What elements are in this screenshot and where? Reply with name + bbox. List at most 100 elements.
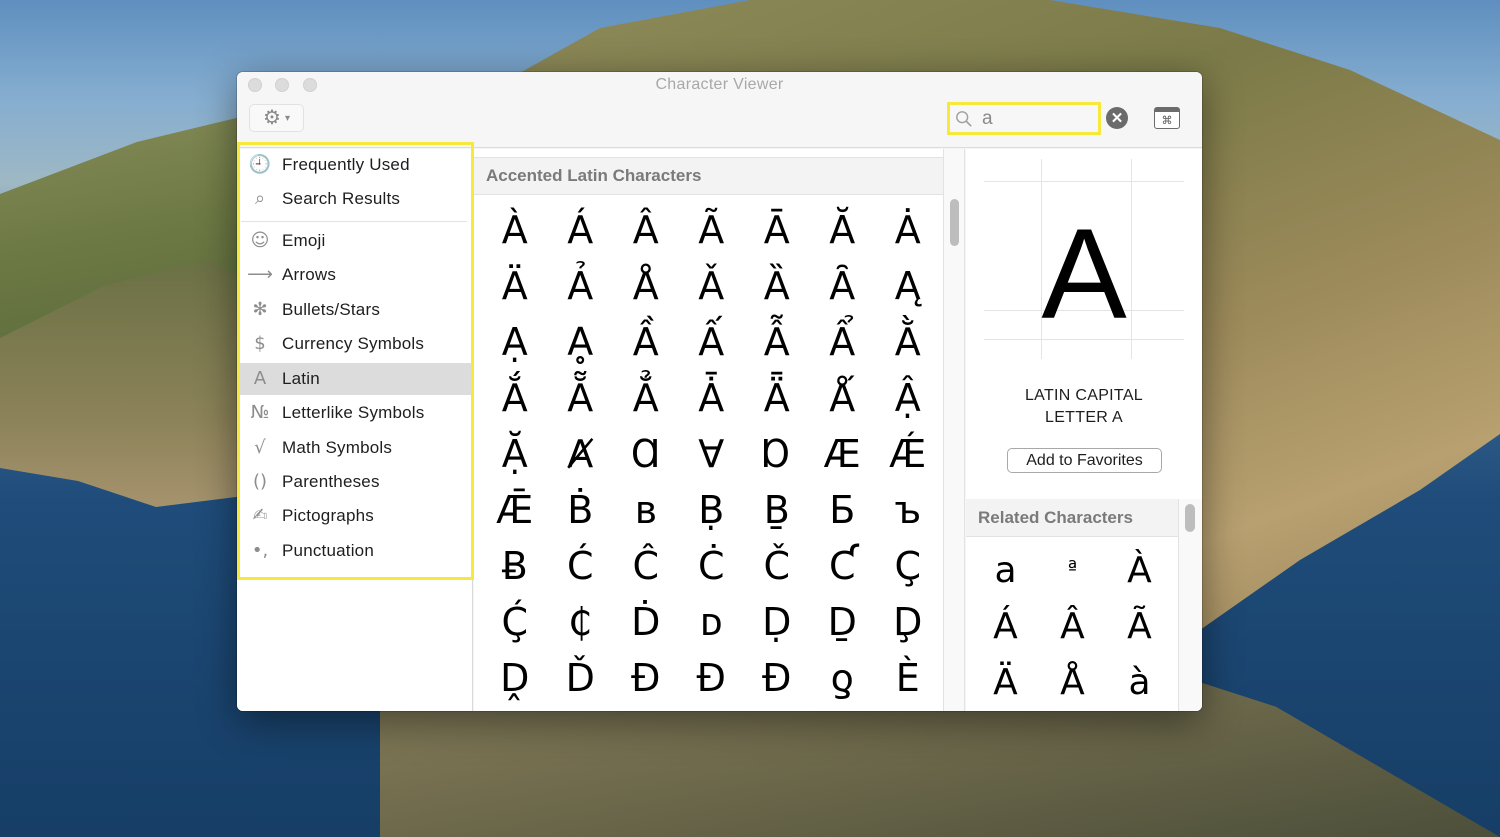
- character-cell[interactable]: Ḇ: [744, 482, 810, 538]
- character-cell[interactable]: ₵: [548, 594, 614, 650]
- related-character-cell[interactable]: À: [1106, 542, 1173, 598]
- sidebar-item-bullets-stars[interactable]: ✻ Bullets/Stars: [237, 294, 471, 326]
- sidebar-item-punctuation[interactable]: •, Punctuation: [237, 535, 471, 567]
- character-cell[interactable]: Б: [810, 482, 876, 538]
- character-cell[interactable]: Ả: [548, 258, 614, 314]
- character-cell[interactable]: Ɐ: [679, 426, 745, 482]
- character-cell[interactable]: Ặ: [482, 426, 548, 482]
- character-cell[interactable]: Ǻ: [810, 370, 876, 426]
- related-character-cell[interactable]: Â: [1039, 598, 1106, 654]
- character-cell[interactable]: Ǣ: [482, 482, 548, 538]
- character-cell[interactable]: Ắ: [482, 370, 548, 426]
- character-cell[interactable]: ᴅ: [679, 594, 745, 650]
- character-cell[interactable]: Ā: [744, 202, 810, 258]
- related-scrollbar-thumb[interactable]: [1185, 504, 1195, 532]
- character-cell[interactable]: Ċ: [679, 538, 745, 594]
- character-cell[interactable]: ʙ: [613, 482, 679, 538]
- character-cell[interactable]: ƍ: [810, 650, 876, 706]
- sidebar-item-parentheses[interactable]: () Parentheses: [237, 466, 471, 498]
- character-cell[interactable]: Ẫ: [744, 314, 810, 370]
- sidebar-item-arrows[interactable]: ⟶ Arrows: [237, 259, 471, 291]
- character-cell[interactable]: Â: [613, 202, 679, 258]
- character-cell[interactable]: Ḃ: [548, 482, 614, 538]
- sidebar-item-frequently-used[interactable]: 🕘 Frequently Used: [237, 149, 471, 181]
- related-character-cell[interactable]: Ã: [1106, 598, 1173, 654]
- character-cell[interactable]: Ć: [548, 538, 614, 594]
- character-cell[interactable]: Ằ: [875, 314, 941, 370]
- character-cell[interactable]: Ą: [875, 258, 941, 314]
- character-cell[interactable]: Ấ: [679, 314, 745, 370]
- clear-search-button[interactable]: ✕: [1106, 107, 1128, 129]
- character-cell[interactable]: Ḁ: [548, 314, 614, 370]
- character-cell[interactable]: Ầ: [613, 314, 679, 370]
- character-cell[interactable]: À: [482, 202, 548, 258]
- sidebar-item-latin[interactable]: A Latin: [237, 363, 471, 395]
- grid-scrollbar[interactable]: [943, 149, 965, 711]
- character-cell[interactable]: Ḉ: [482, 594, 548, 650]
- character-cell[interactable]: Ȁ: [744, 258, 810, 314]
- character-cell[interactable]: Ǽ: [875, 426, 941, 482]
- character-cell[interactable]: Ɑ: [613, 426, 679, 482]
- character-cell[interactable]: Ã: [679, 202, 745, 258]
- character-cell[interactable]: Ḏ: [810, 594, 876, 650]
- character-cell[interactable]: Ď: [548, 650, 614, 706]
- character-cell[interactable]: Á: [548, 202, 614, 258]
- action-menu-button[interactable]: ⚙ ▾: [249, 104, 304, 132]
- related-characters-grid: aªÀ ÁÂÃ ÄÅà: [972, 542, 1172, 710]
- character-cell[interactable]: Ẩ: [810, 314, 876, 370]
- character-cell[interactable]: Ð: [679, 650, 745, 706]
- keyboard-viewer-button[interactable]: ⌘: [1154, 107, 1180, 129]
- character-cell[interactable]: Đ: [613, 650, 679, 706]
- character-cell[interactable]: Ḋ: [613, 594, 679, 650]
- character-cell[interactable]: Ẵ: [548, 370, 614, 426]
- character-cell[interactable]: Ẳ: [613, 370, 679, 426]
- sidebar-item-letterlike-symbols[interactable]: № Letterlike Symbols: [237, 397, 471, 429]
- sidebar-item-pictographs[interactable]: ✍ Pictographs: [237, 500, 471, 532]
- character-cell[interactable]: ъ: [875, 482, 941, 538]
- character-cell[interactable]: Ḓ: [482, 650, 548, 706]
- related-character-cell[interactable]: à: [1106, 654, 1173, 710]
- character-cell[interactable]: Ă: [810, 202, 876, 258]
- character-cell[interactable]: Ậ: [875, 370, 941, 426]
- character-cell[interactable]: Ạ: [482, 314, 548, 370]
- character-cell[interactable]: Ƈ: [810, 538, 876, 594]
- character-cell[interactable]: Ḑ: [875, 594, 941, 650]
- character-cell[interactable]: Ȧ: [875, 202, 941, 258]
- character-cell[interactable]: Ɒ: [744, 426, 810, 482]
- add-to-favorites-button[interactable]: Add to Favorites: [1007, 448, 1162, 473]
- gear-icon: ⚙: [263, 107, 281, 129]
- related-character-cell[interactable]: Á: [972, 598, 1039, 654]
- sidebar-item-currency-symbols[interactable]: $ Currency Symbols: [237, 328, 471, 360]
- character-cell[interactable]: Č: [744, 538, 810, 594]
- character-cell[interactable]: Ǟ: [744, 370, 810, 426]
- character-cell[interactable]: Ḍ: [744, 594, 810, 650]
- sidebar-item-search-results[interactable]: ⌕ Search Results: [237, 183, 471, 215]
- character-name-line2: LETTER A: [1045, 409, 1123, 426]
- related-character-cell[interactable]: a: [972, 542, 1039, 598]
- grid-scrollbar-thumb[interactable]: [950, 199, 959, 246]
- related-scrollbar[interactable]: [1178, 499, 1202, 711]
- character-cell[interactable]: Å: [613, 258, 679, 314]
- search-field[interactable]: [947, 102, 1101, 135]
- related-character-cell[interactable]: Ä: [972, 654, 1039, 710]
- character-cell[interactable]: Ƀ: [482, 538, 548, 594]
- character-cell[interactable]: Ǎ: [679, 258, 745, 314]
- sidebar-item-label: Parentheses: [282, 472, 380, 491]
- character-cell[interactable]: Æ: [810, 426, 876, 482]
- search-input[interactable]: [982, 107, 1092, 130]
- sidebar-item-label: Letterlike Symbols: [282, 403, 425, 422]
- sidebar-item-emoji[interactable]: ☺ Emoji: [237, 225, 471, 257]
- character-cell[interactable]: Ĉ: [613, 538, 679, 594]
- character-cell[interactable]: Ḅ: [679, 482, 745, 538]
- sidebar-item-math-symbols[interactable]: √ Math Symbols: [237, 432, 471, 464]
- character-cell[interactable]: Ɖ: [744, 650, 810, 706]
- character-cell[interactable]: Ǡ: [679, 370, 745, 426]
- character-cell[interactable]: Ç: [875, 538, 941, 594]
- related-character-cell[interactable]: ª: [1039, 542, 1106, 598]
- character-cell[interactable]: Ȃ: [810, 258, 876, 314]
- character-cell[interactable]: Ⱥ: [548, 426, 614, 482]
- character-cell[interactable]: Ä: [482, 258, 548, 314]
- related-character-cell[interactable]: Å: [1039, 654, 1106, 710]
- character-cell[interactable]: È: [875, 650, 941, 706]
- search-icon: [956, 110, 972, 127]
